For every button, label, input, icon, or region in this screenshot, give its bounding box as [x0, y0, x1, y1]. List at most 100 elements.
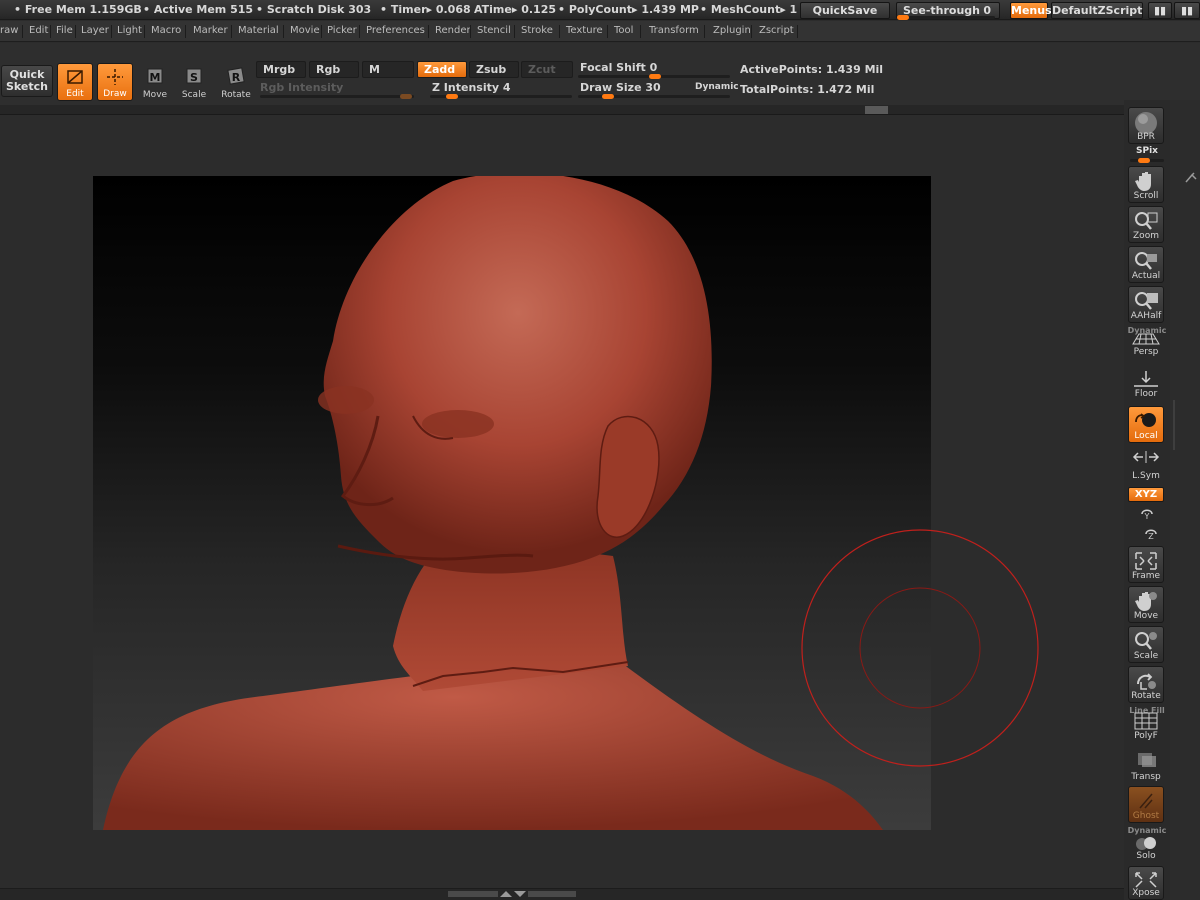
menu-transform[interactable]: Transform [649, 25, 699, 36]
menu-layer[interactable]: Layer [81, 25, 109, 36]
menu-draw[interactable]: raw [0, 25, 18, 36]
menu-render[interactable]: Render [435, 25, 471, 36]
lsym-label: L.Sym [1132, 471, 1160, 481]
menu-preferences[interactable]: Preferences [366, 25, 425, 36]
draw-size-track [578, 95, 730, 98]
menu-separator [704, 25, 705, 38]
zsub-button[interactable]: Zsub [469, 61, 519, 78]
atime-text: ATime▸ 0.125 [474, 3, 557, 16]
menu-zplugin[interactable]: Zplugin [713, 25, 751, 36]
z-rotation-icon[interactable]: Z [1142, 526, 1160, 540]
rgb-button[interactable]: Rgb [309, 61, 359, 78]
menu-material[interactable]: Material [238, 25, 279, 36]
see-through-slider[interactable]: See-through 0 [896, 2, 1000, 20]
document-viewport[interactable] [0, 118, 1124, 888]
top-shelf-scrollbar[interactable] [0, 105, 1124, 115]
layout-toggle-icon[interactable]: ▮▮ [1148, 2, 1172, 19]
spix-knob[interactable] [1138, 158, 1150, 163]
scale-view-button[interactable]: Scale [1128, 626, 1164, 663]
draw-button[interactable]: Draw [97, 63, 133, 101]
solo-label: Solo [1136, 851, 1156, 861]
scroll-button[interactable]: Scroll [1128, 166, 1164, 203]
rotate-view-button[interactable]: Rotate [1128, 666, 1164, 703]
hammer-icon[interactable] [1184, 172, 1198, 188]
menu-macro[interactable]: Macro [151, 25, 181, 36]
mrgb-button[interactable]: Mrgb [256, 61, 306, 78]
dynamic-toggle[interactable]: Dynamic [695, 82, 739, 92]
move-view-button[interactable]: Move [1128, 586, 1164, 623]
bpr-button[interactable]: BPR [1128, 107, 1164, 144]
zcut-button[interactable]: Zcut [521, 61, 573, 78]
menu-tool[interactable]: Tool [614, 25, 633, 36]
menu-stencil[interactable]: Stencil [477, 25, 511, 36]
default-zscript-button[interactable]: DefaultZScript [1051, 2, 1143, 19]
move-button[interactable]: M Move [137, 63, 173, 101]
menus-button[interactable]: Menus [1010, 2, 1052, 19]
ghost-button[interactable]: Ghost [1128, 786, 1164, 823]
quicksave-button[interactable]: QuickSave [800, 2, 890, 19]
scale-icon: S [186, 68, 202, 84]
polycount-text: • PolyCount▸ 1.439 MP [558, 3, 699, 16]
lsym-button[interactable]: L.Sym [1128, 446, 1164, 482]
menu-zscript[interactable]: Zscript [759, 25, 794, 36]
local-symmetry-icon [1135, 413, 1156, 427]
floor-button[interactable]: Floor [1128, 366, 1164, 400]
menu-separator [75, 25, 76, 38]
actual-button[interactable]: Actual [1128, 246, 1164, 283]
xyz-rotation-button[interactable]: XYZ [1128, 487, 1164, 502]
svg-text:M: M [150, 71, 161, 84]
shelf-scroll-thumb[interactable] [865, 106, 888, 114]
polyf-button[interactable]: PolyF [1128, 708, 1164, 742]
menu-separator [470, 25, 471, 38]
menu-separator [514, 25, 515, 38]
scale-button[interactable]: S Scale [176, 63, 212, 101]
menu-movie[interactable]: Movie [290, 25, 320, 36]
total-points-readout: TotalPoints: 1.472 Mil [740, 83, 875, 96]
menu-stroke[interactable]: Stroke [521, 25, 553, 36]
free-mem-value: Free Mem 1.159GB [24, 3, 142, 16]
focal-shift-knob[interactable] [649, 74, 661, 79]
menu-picker[interactable]: Picker [327, 25, 357, 36]
left-eye [318, 386, 374, 414]
bottom-tray-handle-icon[interactable] [448, 890, 578, 899]
aahalf-button[interactable]: AAHalf [1128, 286, 1164, 323]
menu-marker[interactable]: Marker [193, 25, 228, 36]
z-intensity-knob[interactable] [446, 94, 458, 99]
y-rotation-icon[interactable]: Y [1138, 506, 1156, 520]
menu-light[interactable]: Light [117, 25, 142, 36]
rgb-intensity-track [260, 95, 414, 98]
draw-size-knob[interactable] [602, 94, 614, 99]
menu-edit[interactable]: Edit [29, 25, 48, 36]
scroll-label: Scroll [1133, 191, 1159, 201]
bottom-tray-bar[interactable] [0, 888, 1124, 900]
rgb-intensity-knob[interactable] [400, 94, 412, 99]
edit-button[interactable]: Edit [57, 63, 93, 101]
xpose-button[interactable]: Xpose [1128, 866, 1164, 900]
window-options-icon[interactable]: ▮▮ [1174, 2, 1200, 19]
rotate-view-icon [1137, 673, 1156, 690]
zadd-button[interactable]: Zadd [417, 61, 467, 78]
spix-label[interactable]: SPix [1124, 146, 1170, 156]
see-through-knob[interactable] [897, 15, 909, 20]
rgb-intensity-label: Rgb Intensity [260, 81, 344, 94]
tray-divider[interactable] [1173, 400, 1175, 450]
transp-button[interactable]: Transp [1128, 746, 1164, 783]
menu-separator [50, 25, 51, 38]
m-button[interactable]: M [362, 61, 414, 78]
menu-separator [428, 25, 429, 38]
menu-texture[interactable]: Texture [566, 25, 603, 36]
local-button[interactable]: Local [1128, 406, 1164, 443]
zoom-button[interactable]: Zoom [1128, 206, 1164, 243]
edit-label: Edit [66, 89, 84, 99]
persp-button[interactable]: Persp [1128, 328, 1164, 358]
rotate-button[interactable]: R Rotate [218, 63, 254, 101]
free-mem-text: • Free Mem 1.159GB [14, 3, 142, 16]
solo-button[interactable]: Solo [1128, 832, 1164, 862]
bpr-label: BPR [1137, 132, 1155, 142]
quick-sketch-button[interactable]: Quick Sketch [1, 65, 53, 97]
shoulders-shape [103, 664, 883, 830]
frame-button[interactable]: Frame [1128, 546, 1164, 583]
menu-file[interactable]: File [56, 25, 73, 36]
floor-icon [1134, 371, 1158, 387]
perspective-grid-icon [1132, 333, 1160, 345]
